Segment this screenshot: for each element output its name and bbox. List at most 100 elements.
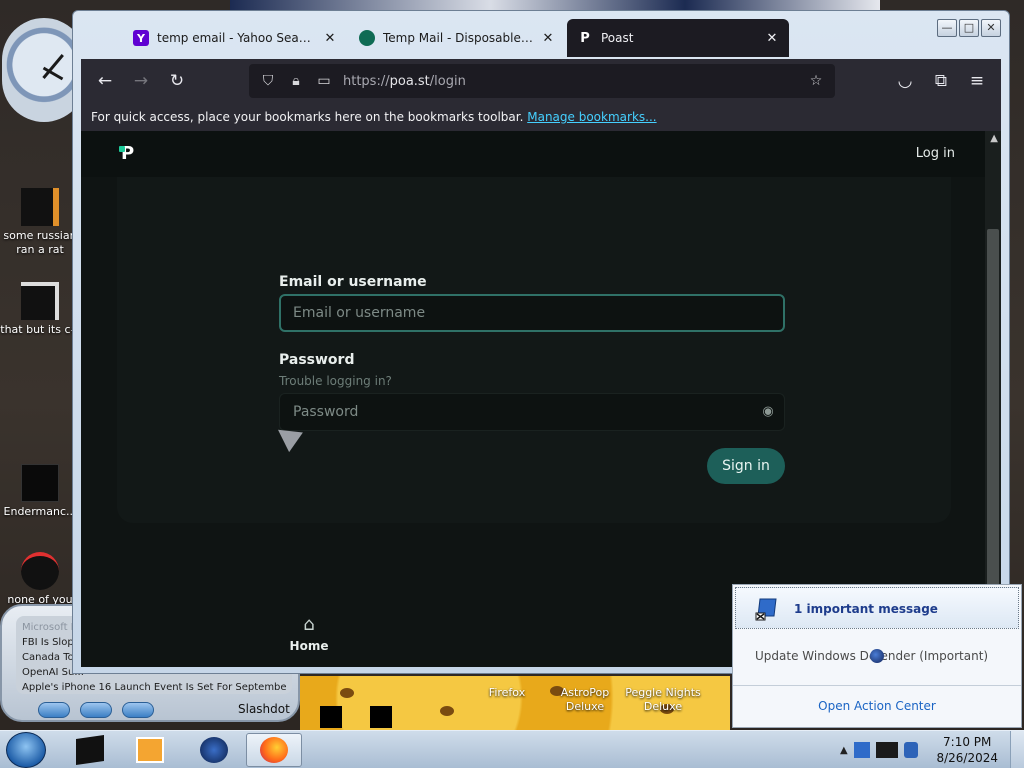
password-field[interactable]: Password ◉ <box>279 393 785 431</box>
system-tray: ▲ <box>840 731 918 768</box>
app-icon <box>21 464 59 502</box>
extensions-icon[interactable]: ⧉ <box>923 71 959 91</box>
taskbar-app-media-player[interactable] <box>122 733 178 767</box>
app-icon <box>21 552 59 590</box>
taskbar-app-terminal[interactable] <box>62 733 118 767</box>
start-button[interactable] <box>6 732 46 768</box>
site-header: P Log in <box>81 131 985 177</box>
taskbar-clock[interactable]: 7:10 PM 8/26/2024 <box>936 734 998 766</box>
desktop-icon-label: that but its c# <box>0 323 80 336</box>
email-label: Email or username <box>279 274 427 290</box>
rss-next-button[interactable] <box>122 702 154 718</box>
home-icon: ⌂ <box>303 614 315 635</box>
clock-time: 7:10 PM <box>943 735 992 749</box>
show-desktop-button[interactable] <box>1010 731 1024 768</box>
close-icon[interactable]: ✕ <box>541 31 555 46</box>
tab-tempmail[interactable]: Temp Mail - Disposable Temporary Email ✕ <box>349 19 565 57</box>
tab-strip: Y temp email - Yahoo Search Results ✕ Te… <box>81 19 789 59</box>
manage-bookmarks-link[interactable]: Manage bookmarks... <box>527 110 656 124</box>
notification-header[interactable]: 1 important message <box>735 587 1019 629</box>
rss-source[interactable]: Slashdot <box>238 702 290 716</box>
lock-icon[interactable]: 🔒︎ <box>287 73 305 89</box>
tab-yahoo[interactable]: Y temp email - Yahoo Search Results ✕ <box>123 19 347 57</box>
rss-prev-button[interactable] <box>38 702 70 718</box>
globe-icon <box>200 737 228 763</box>
folder-icon <box>21 188 59 226</box>
rss-pause-button[interactable] <box>80 702 112 718</box>
poast-logo-icon[interactable]: P <box>119 144 141 164</box>
desktop-icon-label: Endermanc... <box>3 505 77 518</box>
bookmarks-hint: For quick access, place your bookmarks h… <box>91 110 524 124</box>
desktop-icon-label: some russian ran a rat <box>3 229 77 256</box>
clock-date: 8/26/2024 <box>936 751 998 765</box>
taskbar-app-firefox[interactable] <box>246 733 302 767</box>
notification-title: 1 important message <box>794 602 938 616</box>
file-icon <box>21 282 59 320</box>
tab-title: Poast <box>601 31 634 45</box>
desktop-icon-label: AstroPop Deluxe <box>560 686 610 713</box>
tab-poast[interactable]: P Poast ✕ <box>567 19 789 57</box>
network-icon[interactable] <box>875 742 898 758</box>
minimize-button[interactable]: — <box>937 19 957 37</box>
email-field[interactable]: Email or username <box>279 294 785 332</box>
media-player-icon <box>136 737 164 763</box>
action-center-tray-icon[interactable] <box>853 742 870 758</box>
nav-home[interactable]: ⌂ Home <box>281 614 337 654</box>
desktop-icon-label: Peggle Nights Deluxe <box>625 686 701 713</box>
desktop-icon-none-of-you[interactable]: none of you <box>0 552 80 607</box>
desktop-icon-enderman[interactable]: Endermanc... <box>0 464 80 519</box>
toolbar-right: ◡ ⧉ ≡ <box>887 59 995 103</box>
close-icon[interactable]: ✕ <box>323 31 337 46</box>
desktop-icon-peggle[interactable]: Peggle Nights Deluxe <box>622 686 704 714</box>
back-arrow-icon[interactable]: ← <box>87 71 123 91</box>
close-icon[interactable]: ✕ <box>765 31 779 46</box>
scrollbar-thumb[interactable] <box>987 229 999 589</box>
action-center-flag-icon <box>755 598 777 621</box>
tab-title: temp email - Yahoo Search Results <box>157 31 315 45</box>
taskbar: ▲ 7:10 PM 8/26/2024 <box>0 730 1024 768</box>
email-placeholder: Email or username <box>293 305 426 321</box>
desktop-icon-firefox[interactable]: Firefox <box>474 686 540 700</box>
desktop-icon-label: Firefox <box>488 686 526 699</box>
firefox-icon <box>260 737 288 763</box>
yahoo-icon: Y <box>133 30 149 46</box>
bookmarks-toolbar: For quick access, place your bookmarks h… <box>81 103 1001 131</box>
url-bar[interactable]: ⛉ 🔒︎ ▭ https://poa.st/login ☆ <box>249 64 835 98</box>
shield-icon[interactable]: ⛉ <box>259 73 277 89</box>
password-label: Password <box>279 352 355 368</box>
trouble-logging-in-link[interactable]: Trouble logging in? <box>279 374 392 388</box>
browser-window: Y temp email - Yahoo Search Results ✕ Te… <box>72 10 1010 674</box>
window-controls: — □ ✕ <box>937 19 1001 37</box>
tempmail-icon <box>359 30 375 46</box>
menu-icon[interactable]: ≡ <box>959 71 995 91</box>
poast-icon: P <box>580 30 590 46</box>
permissions-icon[interactable]: ▭ <box>315 73 333 89</box>
desktop-icon-astropop[interactable]: AstroPop Deluxe <box>552 686 618 714</box>
desktop-icon-russian-rat[interactable]: some russian ran a rat <box>0 188 80 257</box>
login-card: Email or username Email or username Pass… <box>117 177 951 523</box>
desktop-icon-csharp[interactable]: that but its c# <box>0 282 80 337</box>
nav-toolbar: ← → ↻ ⛉ 🔒︎ ▭ https://poa.st/login ☆ ◡ ⧉ … <box>81 59 1001 103</box>
pocket-icon[interactable]: ◡ <box>887 71 923 91</box>
rss-item[interactable]: Apple's iPhone 16 Launch Event Is Set Fo… <box>22 680 286 694</box>
reload-icon[interactable]: ↻ <box>159 71 195 91</box>
eye-icon[interactable]: ◉ <box>760 404 776 420</box>
terminal-icon <box>76 735 104 765</box>
password-placeholder: Password <box>293 404 359 420</box>
busy-cursor-icon <box>870 649 884 663</box>
open-action-center-link[interactable]: Open Action Center <box>733 699 1021 713</box>
scroll-up-icon[interactable]: ▲ <box>990 133 998 144</box>
close-window-button[interactable]: ✕ <box>981 19 1001 37</box>
maximize-button[interactable]: □ <box>959 19 979 37</box>
tray-expand-icon[interactable]: ▲ <box>840 745 848 756</box>
volume-icon[interactable] <box>903 742 918 758</box>
taskbar-app-globe[interactable] <box>186 733 242 767</box>
divider <box>733 685 1021 686</box>
bookmark-star-icon[interactable]: ☆ <box>807 73 825 89</box>
tab-title: Temp Mail - Disposable Temporary Email <box>383 31 533 45</box>
forward-arrow-icon[interactable]: → <box>123 71 159 91</box>
header-login-link[interactable]: Log in <box>916 146 955 161</box>
url-text[interactable]: https://poa.st/login <box>343 74 797 89</box>
sign-in-button[interactable]: Sign in <box>707 448 785 484</box>
nav-home-label: Home <box>289 639 329 653</box>
